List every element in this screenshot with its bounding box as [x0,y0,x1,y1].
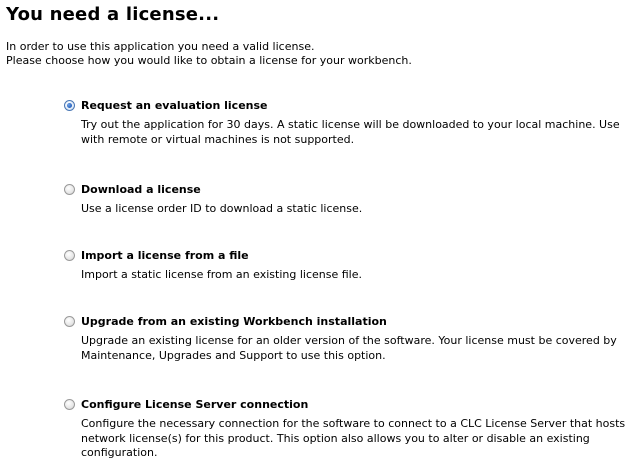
option-description: Use a license order ID to download a sta… [81,202,363,215]
option-label[interactable]: Import a license from a file [81,249,249,262]
intro-line-1: In order to use this application you nee… [6,40,315,53]
option-description: Try out the application for 30 days. A s… [81,118,620,146]
option-description: Configure the necessary connection for t… [81,417,626,459]
radio-button-icon[interactable] [64,315,75,327]
option-download-license: Download a license Use a license order I… [64,181,640,217]
option-description: Upgrade an existing license for an older… [81,334,617,362]
radio-upgrade-workbench[interactable]: Upgrade from an existing Workbench insta… [64,313,640,329]
license-wizard-page: You need a license... In order to use th… [0,0,642,464]
radio-import-license[interactable]: Import a license from a file [64,247,640,263]
option-description: Import a static license from an existing… [81,268,362,281]
option-label[interactable]: Request an evaluation license [81,99,268,112]
option-configure-license-server: Configure License Server connection Conf… [64,396,640,461]
option-label[interactable]: Download a license [81,183,201,196]
radio-request-evaluation[interactable]: Request an evaluation license [64,97,640,113]
option-label[interactable]: Configure License Server connection [81,398,308,411]
page-title: You need a license... [6,4,220,25]
option-label[interactable]: Upgrade from an existing Workbench insta… [81,315,387,328]
radio-button-icon[interactable] [64,249,75,261]
option-upgrade-workbench: Upgrade from an existing Workbench insta… [64,313,640,363]
radio-configure-license-server[interactable]: Configure License Server connection [64,396,640,412]
radio-button-icon[interactable] [64,398,75,410]
radio-button-selected-icon[interactable] [64,99,75,111]
intro-text: In order to use this application you nee… [6,40,412,68]
option-import-license: Import a license from a file Import a st… [64,247,640,283]
radio-button-icon[interactable] [64,183,75,195]
intro-line-2: Please choose how you would like to obta… [6,54,412,67]
option-request-evaluation: Request an evaluation license Try out th… [64,97,640,147]
radio-download-license[interactable]: Download a license [64,181,640,197]
